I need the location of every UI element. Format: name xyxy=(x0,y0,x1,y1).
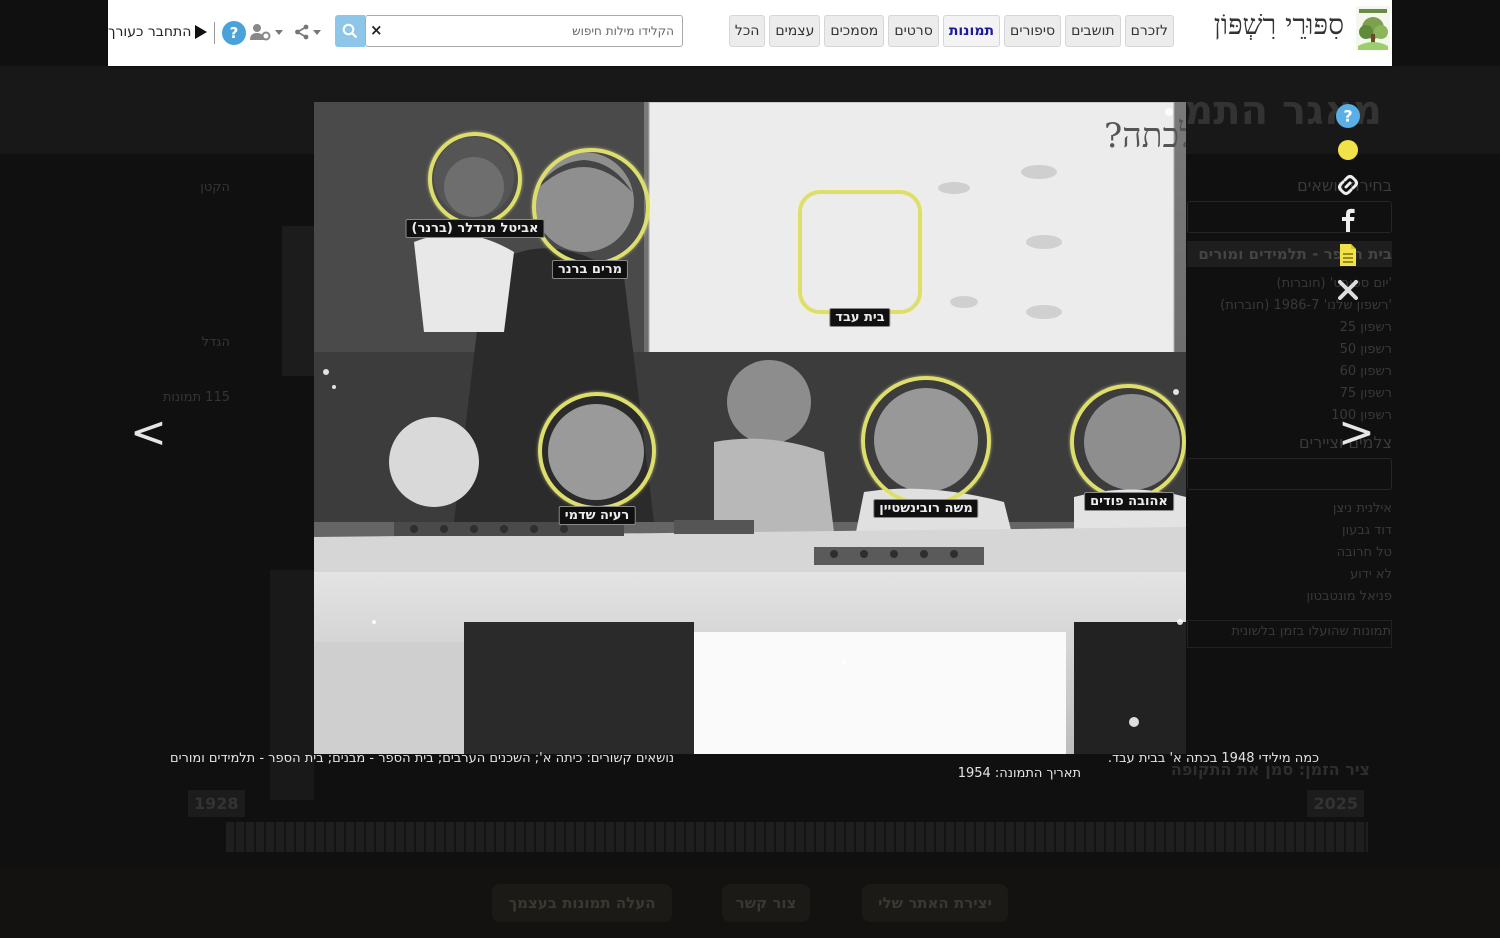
main-nav: לזכרם תושבים סיפורים תמונות סרטים מסמכים… xyxy=(728,15,1174,47)
login-label: התחבר כעורך xyxy=(108,24,192,40)
list-item: רשפון 75 xyxy=(1339,386,1392,401)
list-item: רשפון 50 xyxy=(1339,342,1392,357)
face-name-tag[interactable]: מרים ברנר xyxy=(551,260,629,279)
face-marker[interactable] xyxy=(798,190,922,314)
background-year-start: 1928 xyxy=(188,790,245,817)
header-divider xyxy=(214,22,215,44)
svg-text:?: ? xyxy=(1343,107,1352,126)
tab-residents[interactable]: תושבים xyxy=(1065,15,1121,47)
background-zoom-out: הקטן xyxy=(200,180,230,195)
chevron-down-icon xyxy=(275,29,283,35)
help-icon[interactable]: ? xyxy=(1334,102,1362,130)
face-name-tag[interactable]: אהובה פודים xyxy=(1084,492,1174,511)
tab-memorial[interactable]: לזכרם xyxy=(1124,15,1174,47)
yellow-dot-icon[interactable] xyxy=(1334,136,1362,164)
next-photo-button[interactable]: > xyxy=(1338,408,1375,458)
chevron-down-icon xyxy=(313,29,321,35)
list-item: רשפון 25 xyxy=(1339,320,1392,335)
list-item: תמונות שהועלו בזמן בלשונית xyxy=(1231,624,1391,639)
photo-description-caption: כמה מילידי 1948 בכתה א' בבית עבד. xyxy=(1107,751,1319,766)
background-zoom-in: הגדל xyxy=(201,335,230,350)
prev-photo-button[interactable]: < xyxy=(130,408,167,458)
background-photo-count: 115 תמונות xyxy=(162,390,230,405)
help-icon[interactable]: ? xyxy=(222,21,246,45)
face-marker[interactable] xyxy=(861,376,991,506)
user-gear-icon xyxy=(250,24,271,41)
site-title[interactable]: סִפּוּרֵי רִשְׁפּוֹן xyxy=(1214,8,1344,42)
face-name-tag[interactable]: בית עבד xyxy=(829,308,891,327)
tab-photos[interactable]: תמונות xyxy=(942,15,1001,47)
tab-stories[interactable]: סיפורים xyxy=(1004,15,1062,47)
clear-search-icon[interactable]: × xyxy=(370,21,383,39)
face-name-tag[interactable]: רעיה שדמי xyxy=(558,506,636,525)
face-marker[interactable] xyxy=(532,148,650,266)
background-zoom-controls: הקטן הגדל 115 תמונות xyxy=(150,170,230,545)
tab-films[interactable]: סרטים xyxy=(888,15,939,47)
background-upload-button: העלה תמונות בעצמך xyxy=(492,884,672,922)
site-header: סִפּוּרֵי רִשְׁפּוֹן לזכרם תושבים סיפורי… xyxy=(108,0,1392,66)
search-box: × xyxy=(365,15,683,47)
share-menu[interactable] xyxy=(294,21,321,43)
photo-date-caption: תאריך התמונה: 1954 xyxy=(957,766,1081,781)
lightbox-photo[interactable]: מי בא לכתה? xyxy=(314,102,1186,754)
list-item: דוד גבעון xyxy=(1342,523,1392,538)
photo-topics-caption[interactable]: נושאים קשורים: כיתה א'; השכנים הערבים; ב… xyxy=(170,751,674,766)
face-marker[interactable] xyxy=(1070,384,1186,500)
play-icon xyxy=(195,25,208,39)
tab-all[interactable]: הכל xyxy=(728,15,766,47)
list-item: רשפון 60 xyxy=(1339,364,1392,379)
list-item: אילנית ניצן xyxy=(1332,501,1392,516)
face-marker[interactable] xyxy=(428,132,522,226)
search-input[interactable] xyxy=(390,16,676,46)
background-thumbnail-strip xyxy=(282,226,314,376)
list-item: טל חרובה xyxy=(1336,545,1392,560)
background-contact-button: צור קשר xyxy=(722,884,810,922)
search-icon xyxy=(342,23,358,39)
face-name-tag[interactable]: אביטל מנדלר (ברנר) xyxy=(405,219,545,238)
face-marker[interactable] xyxy=(538,392,656,510)
face-name-tag[interactable]: משה רובינשטיין xyxy=(873,499,979,518)
background-timeline-bar xyxy=(226,822,1368,852)
tab-objects[interactable]: עצמים xyxy=(769,15,821,47)
list-item: פניאל מונטבטון xyxy=(1306,589,1392,604)
background-my-site-button: יצירת האתר שלי xyxy=(862,884,1008,922)
background-photographers-search xyxy=(1187,458,1392,490)
document-icon[interactable] xyxy=(1334,241,1362,269)
facebook-icon[interactable] xyxy=(1334,206,1362,234)
background-timeline: 1928 2025 xyxy=(166,786,1368,856)
tab-documents[interactable]: מסמכים xyxy=(824,15,885,47)
link-icon[interactable] xyxy=(1334,171,1362,199)
user-settings-menu[interactable] xyxy=(250,21,283,43)
search-button[interactable] xyxy=(335,15,365,47)
share-icon xyxy=(295,24,309,40)
background-year-end: 2025 xyxy=(1307,790,1364,817)
login-editor-link[interactable]: התחבר כעורך xyxy=(108,21,208,43)
background-photographers-list: אילנית ניצן דוד גבעון טל חרובה לא ידוע פ… xyxy=(1187,498,1392,608)
background-upload-tab-box: תמונות שהועלו בזמן בלשונית xyxy=(1187,620,1392,648)
rishpon-tree-logo-icon[interactable] xyxy=(1356,6,1390,50)
board-text: מי בא לכתה? xyxy=(1104,116,1186,156)
close-icon[interactable] xyxy=(1334,276,1362,304)
list-item: לא ידוע xyxy=(1350,567,1392,582)
